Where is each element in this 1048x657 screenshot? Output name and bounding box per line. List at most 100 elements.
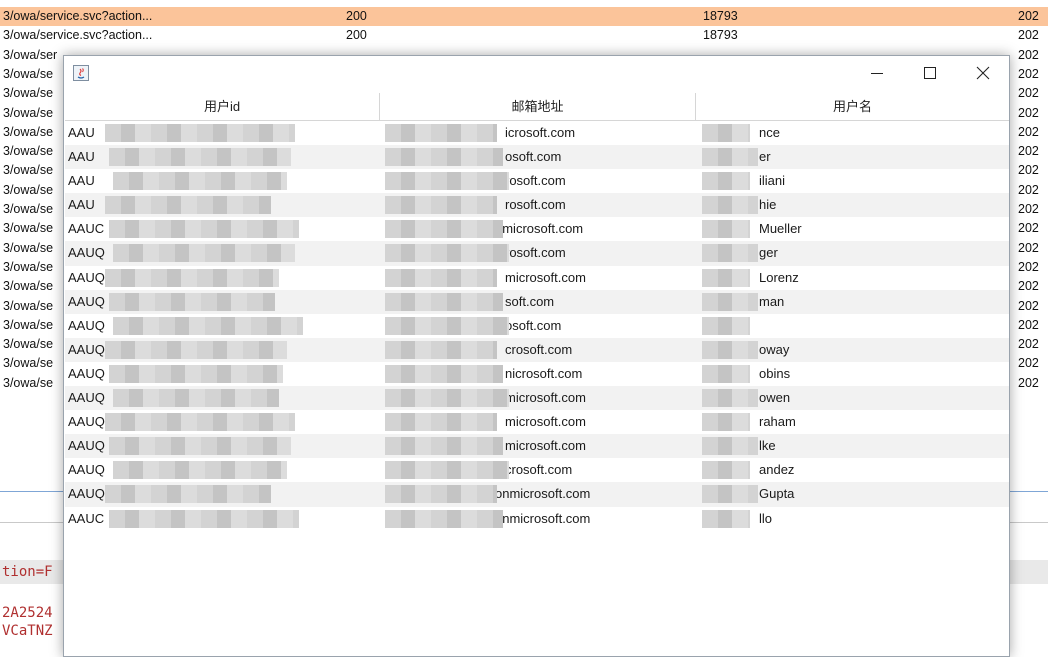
table-row[interactable]: AAUQ rosoft.com ger (65, 241, 1009, 266)
request-time: 202 (1018, 86, 1039, 101)
redaction-mask (702, 485, 758, 504)
request-path: 3/owa/se (3, 356, 54, 371)
request-path: 3/owa/ser (3, 47, 58, 62)
minimize-icon (871, 73, 883, 74)
redaction-mask (385, 220, 503, 239)
code-line: 2A2524 (2, 605, 53, 621)
close-icon (976, 66, 990, 80)
redaction-mask (385, 461, 509, 480)
maximize-icon (924, 67, 936, 79)
table-row[interactable]: AAUQ soft.com man (65, 289, 1009, 314)
column-header-user-id[interactable]: 用户id (65, 93, 379, 120)
request-path: 3/owa/se (3, 124, 54, 139)
table-row[interactable]: AAUQ nicrosoft.com obins (65, 362, 1009, 386)
redaction-mask (702, 268, 750, 287)
code-line: VCaTNZ (2, 623, 53, 639)
table-row[interactable]: AAUQ crosoft.com oway (65, 337, 1009, 362)
table-header: 用户id 邮箱地址 用户名 (65, 93, 1009, 121)
close-button[interactable] (960, 56, 1006, 90)
redaction-mask (105, 340, 287, 359)
table-row[interactable]: AAUQ microsoft.com owen (65, 386, 1009, 411)
redaction-mask (702, 461, 750, 480)
table-row[interactable]: AAUQ osoft.com (65, 314, 1009, 338)
table-row[interactable]: AAU rosoft.com iliani (65, 169, 1009, 193)
dialog-titlebar[interactable] (64, 56, 1009, 92)
request-path: 3/owa/se (3, 86, 54, 101)
username-cell: Gupta (759, 486, 795, 502)
request-path: 3/owa/se (3, 298, 54, 313)
redaction-mask (113, 244, 295, 263)
username-cell: Mueller (759, 221, 802, 237)
redaction-mask (109, 148, 291, 167)
maximize-button[interactable] (907, 56, 953, 90)
redaction-mask (702, 244, 758, 263)
redaction-mask (109, 509, 299, 528)
table-row[interactable]: AAUQ microsoft.com Lorenz (65, 266, 1009, 290)
username-cell: oway (759, 341, 790, 357)
request-path: 3/owa/se (3, 221, 54, 236)
redaction-mask (385, 389, 509, 408)
redaction-mask (109, 292, 275, 311)
table-row[interactable]: AAUQ microsoft.com lke (65, 434, 1009, 459)
redaction-mask (105, 268, 279, 287)
redaction-mask (385, 364, 503, 383)
table-row[interactable]: AAUQ crosoft.com andez (65, 458, 1009, 482)
redaction-mask (113, 461, 287, 480)
request-time: 202 (1018, 9, 1039, 23)
minimize-button[interactable] (854, 56, 900, 90)
redaction-mask (702, 437, 758, 456)
request-path: 3/owa/service.svc?action... (3, 28, 153, 43)
request-status: 200 (346, 28, 367, 43)
redaction-mask (385, 148, 503, 167)
redaction-mask (702, 364, 750, 383)
redaction-mask (702, 148, 758, 167)
table-row[interactable]: AAU icrosoft.com nce (65, 121, 1009, 145)
request-row[interactable]: 3/owa/service.svc?action... 200 18793 202 (0, 7, 1048, 27)
redaction-mask (385, 437, 503, 456)
redaction-mask (385, 196, 497, 215)
redaction-mask (385, 172, 509, 191)
column-header-username[interactable]: 用户名 (695, 93, 1009, 120)
user-list-dialog: 用户id 邮箱地址 用户名 AAU icrosoft.com nce AAU osoft… (63, 55, 1010, 657)
request-time: 202 (1018, 47, 1039, 62)
redaction-mask (105, 413, 295, 432)
table-row[interactable]: AAUC onmicrosoft.com llo (65, 507, 1009, 531)
username-cell: ger (759, 245, 778, 261)
user-table: 用户id 邮箱地址 用户名 AAU icrosoft.com nce AAU osoft… (65, 93, 1009, 531)
username-cell: owen (759, 390, 791, 406)
request-path: 3/owa/se (3, 375, 54, 390)
table-row[interactable]: AAU osoft.com er (65, 145, 1009, 170)
username-cell: obins (759, 365, 791, 381)
redaction-mask (113, 172, 287, 191)
request-time: 202 (1018, 66, 1039, 81)
table-row[interactable]: AAUC nmicrosoft.com Mueller (65, 217, 1009, 241)
redaction-mask (385, 316, 509, 335)
column-header-email[interactable]: 邮箱地址 (379, 93, 695, 120)
redaction-mask (109, 220, 299, 239)
redaction-mask (105, 196, 271, 215)
redaction-mask (702, 316, 750, 335)
redaction-mask (385, 485, 497, 504)
username-cell: llo (759, 510, 773, 526)
request-path: 3/owa/se (3, 66, 54, 81)
redaction-mask (385, 268, 497, 287)
request-path: 3/owa/se (3, 337, 54, 352)
table-row[interactable]: AAUQ microsoft.com raham (65, 410, 1009, 434)
request-status: 200 (346, 9, 367, 23)
redaction-mask (113, 316, 303, 335)
redaction-mask (702, 172, 750, 191)
request-path: 3/owa/service.svc?action... (3, 9, 153, 23)
redaction-mask (113, 389, 279, 408)
request-path: 3/owa/se (3, 144, 54, 159)
table-row[interactable]: AAU rosoft.com hie (65, 193, 1009, 218)
request-row[interactable]: 3/owa/service.svc?action... 200 18793 202 (0, 26, 1048, 45)
table-row[interactable]: AAUQ onmicrosoft.com Gupta (65, 482, 1009, 507)
username-cell: nce (759, 125, 780, 140)
redaction-mask (385, 292, 503, 311)
request-path: 3/owa/se (3, 259, 54, 274)
redaction-mask (702, 389, 758, 408)
request-time: 202 (1018, 28, 1039, 43)
request-path: 3/owa/se (3, 317, 54, 332)
username-cell: Lorenz (759, 269, 799, 285)
response-size: 18793 (703, 9, 738, 23)
